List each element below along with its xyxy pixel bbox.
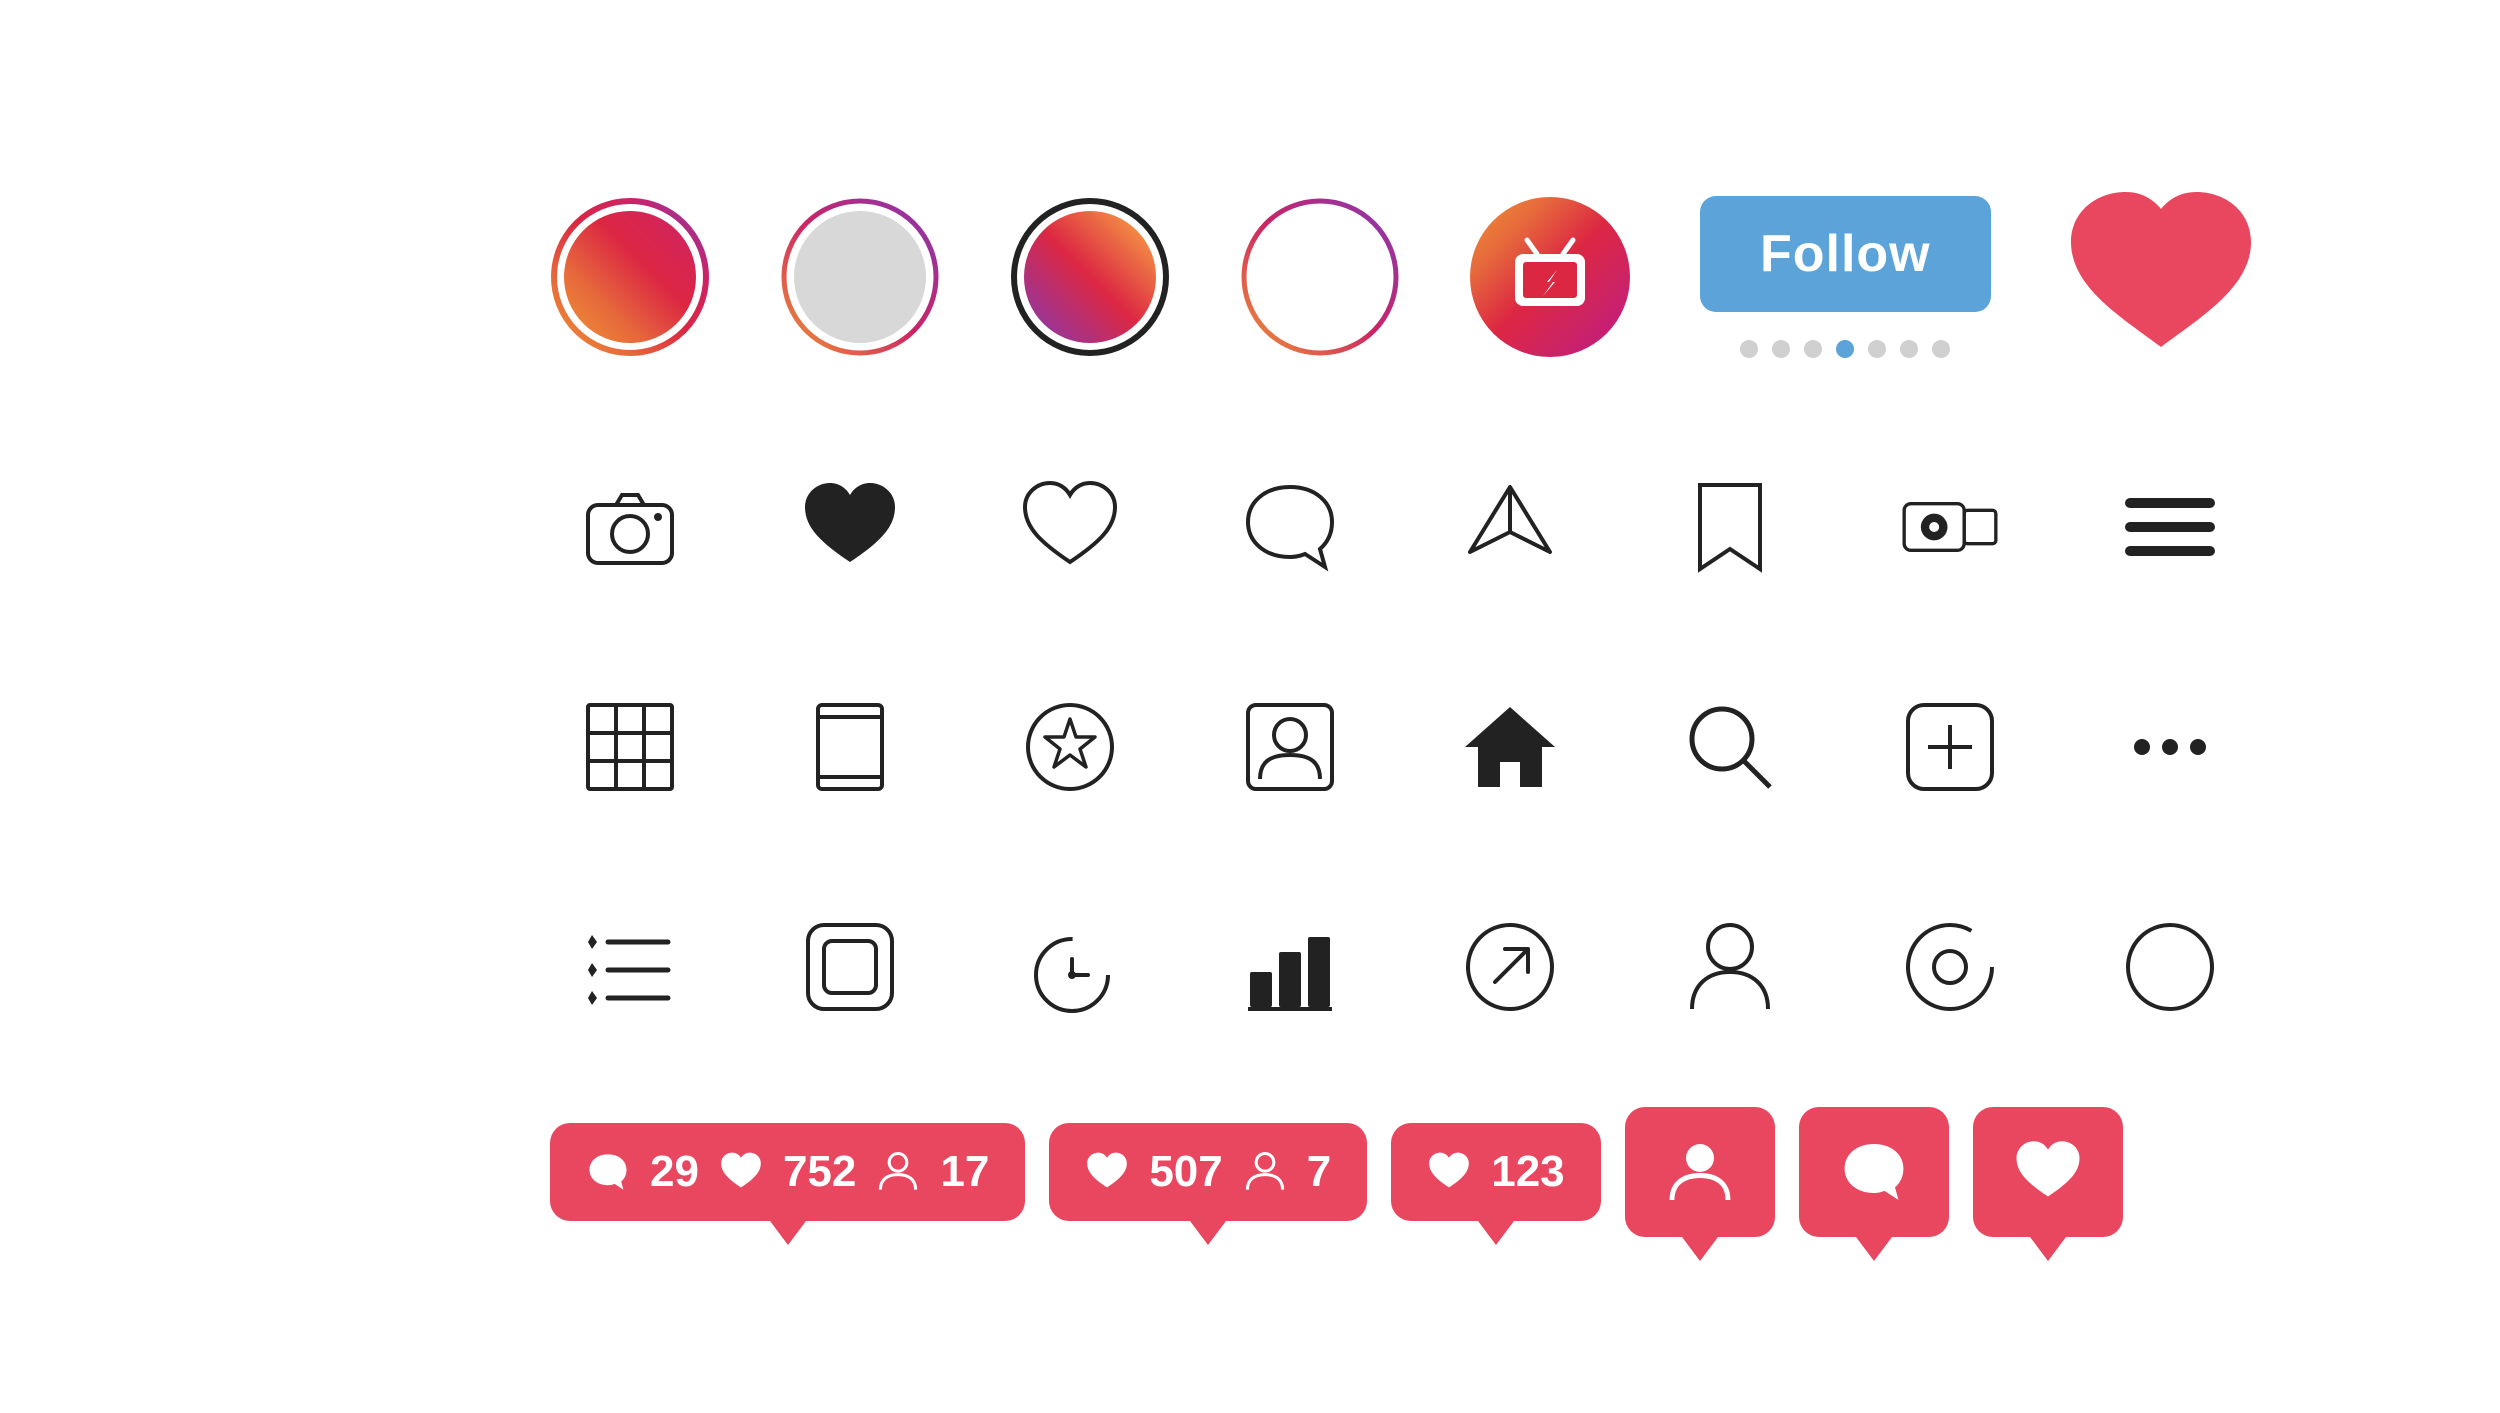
notification-badge-3[interactable]: 123 bbox=[1391, 1123, 1600, 1221]
notif2-person-icon bbox=[1243, 1150, 1287, 1194]
empty-circle-icon bbox=[2120, 917, 2220, 1017]
notif-single-comment-icon bbox=[1839, 1137, 1909, 1207]
notif3-heart-count: 123 bbox=[1491, 1147, 1564, 1197]
notif2-heart-count: 507 bbox=[1149, 1147, 1222, 1197]
dot-6[interactable] bbox=[1900, 340, 1918, 358]
notif-person-count: 17 bbox=[940, 1147, 989, 1197]
notif-single-heart-icon bbox=[2013, 1137, 2083, 1207]
bar-chart-icon bbox=[1240, 917, 1340, 1017]
star-circle-icon bbox=[1020, 697, 1120, 797]
timer-icon-wrap bbox=[990, 887, 1150, 1047]
notif-person-icon bbox=[876, 1150, 920, 1194]
dot-3[interactable] bbox=[1804, 340, 1822, 358]
notif-comment-icon bbox=[586, 1150, 630, 1194]
empty-circle-icon-wrap bbox=[2090, 887, 2250, 1047]
notification-badge-heart[interactable] bbox=[1973, 1107, 2123, 1237]
star-list-icon bbox=[580, 917, 680, 1017]
comment-icon-wrap bbox=[1210, 447, 1370, 607]
bar-chart-icon-wrap bbox=[1210, 887, 1370, 1047]
notification-badge-2[interactable]: 507 7 bbox=[1049, 1123, 1367, 1221]
dot-2[interactable] bbox=[1772, 340, 1790, 358]
filled-heart-icon-wrap bbox=[770, 447, 930, 607]
bookmark-icon bbox=[1680, 477, 1780, 577]
screen-record-icon bbox=[800, 917, 900, 1017]
outline-heart-icon bbox=[1020, 477, 1120, 577]
notification-row: 29 752 17 507 7 bbox=[550, 1107, 1950, 1237]
search-icon bbox=[1680, 697, 1780, 797]
notif-heart-count: 752 bbox=[783, 1147, 856, 1197]
camera-icon-wrap bbox=[550, 447, 710, 607]
external-link-icon-wrap bbox=[1430, 887, 1590, 1047]
send-icon-wrap bbox=[1430, 447, 1590, 607]
notif-single-person-icon bbox=[1665, 1137, 1735, 1207]
settings-icon bbox=[1900, 917, 2000, 1017]
notif2-heart-icon bbox=[1085, 1150, 1129, 1194]
screen-record-icon-wrap bbox=[770, 887, 930, 1047]
filled-heart-icon bbox=[800, 477, 900, 577]
settings-icon-wrap bbox=[1870, 887, 2030, 1047]
send-icon bbox=[1460, 477, 1560, 577]
notification-badge-1[interactable]: 29 752 17 bbox=[550, 1123, 1025, 1221]
video-camera-icon bbox=[1900, 477, 2000, 577]
dot-5[interactable] bbox=[1868, 340, 1886, 358]
icon-row-4 bbox=[550, 887, 1950, 1047]
follow-section: Follow bbox=[1700, 196, 1991, 358]
icon-row-3 bbox=[550, 667, 1950, 827]
notif-heart-icon bbox=[719, 1150, 763, 1194]
more-dots-icon bbox=[2134, 739, 2206, 755]
heart-large-icon bbox=[2061, 187, 2261, 367]
story-row: Follow bbox=[550, 177, 1950, 377]
notif-comment-count: 29 bbox=[650, 1147, 699, 1197]
pagination-dots bbox=[1740, 340, 1950, 358]
notif3-heart-icon bbox=[1427, 1150, 1471, 1194]
bookmark-icon-wrap bbox=[1650, 447, 1810, 607]
igtv-circle[interactable] bbox=[1470, 197, 1630, 357]
story-circle-2[interactable] bbox=[780, 197, 940, 357]
add-icon bbox=[1900, 697, 2000, 797]
main-container: Follow bbox=[550, 117, 1950, 1297]
person-icon bbox=[1680, 917, 1780, 1017]
outline-heart-icon-wrap bbox=[990, 447, 1150, 607]
profile-circle-icon bbox=[1240, 697, 1340, 797]
story-circle-1[interactable] bbox=[550, 197, 710, 357]
hamburger-menu-icon bbox=[2125, 498, 2215, 556]
home-icon-wrap bbox=[1430, 667, 1590, 827]
external-link-icon bbox=[1460, 917, 1560, 1017]
dot-1[interactable] bbox=[1740, 340, 1758, 358]
video-camera-icon-wrap bbox=[1870, 447, 2030, 607]
tablet-icon-wrap bbox=[770, 667, 930, 827]
grid-icon bbox=[580, 697, 680, 797]
profile-circle-icon-wrap bbox=[1210, 667, 1370, 827]
search-icon-wrap bbox=[1650, 667, 1810, 827]
timer-icon bbox=[1020, 917, 1120, 1017]
tablet-icon bbox=[800, 697, 900, 797]
dot-7[interactable] bbox=[1932, 340, 1950, 358]
dot-4[interactable] bbox=[1836, 340, 1854, 358]
comment-icon bbox=[1240, 477, 1340, 577]
grid-icon-wrap bbox=[550, 667, 710, 827]
camera-icon bbox=[580, 477, 680, 577]
more-dots-icon-wrap bbox=[2090, 667, 2250, 827]
notification-badge-person[interactable] bbox=[1625, 1107, 1775, 1237]
story-circle-3[interactable] bbox=[1010, 197, 1170, 357]
star-list-icon-wrap bbox=[550, 887, 710, 1047]
home-icon bbox=[1460, 697, 1560, 797]
icon-row-2 bbox=[550, 447, 1950, 607]
heart-large-wrap bbox=[2061, 177, 2261, 377]
notif2-person-count: 7 bbox=[1307, 1147, 1331, 1197]
follow-button[interactable]: Follow bbox=[1700, 196, 1991, 312]
add-icon-wrap bbox=[1870, 667, 2030, 827]
person-icon-wrap bbox=[1650, 887, 1810, 1047]
star-circle-icon-wrap bbox=[990, 667, 1150, 827]
hamburger-menu-icon-wrap bbox=[2090, 447, 2250, 607]
story-circle-4[interactable] bbox=[1240, 197, 1400, 357]
notification-badge-comment[interactable] bbox=[1799, 1107, 1949, 1237]
